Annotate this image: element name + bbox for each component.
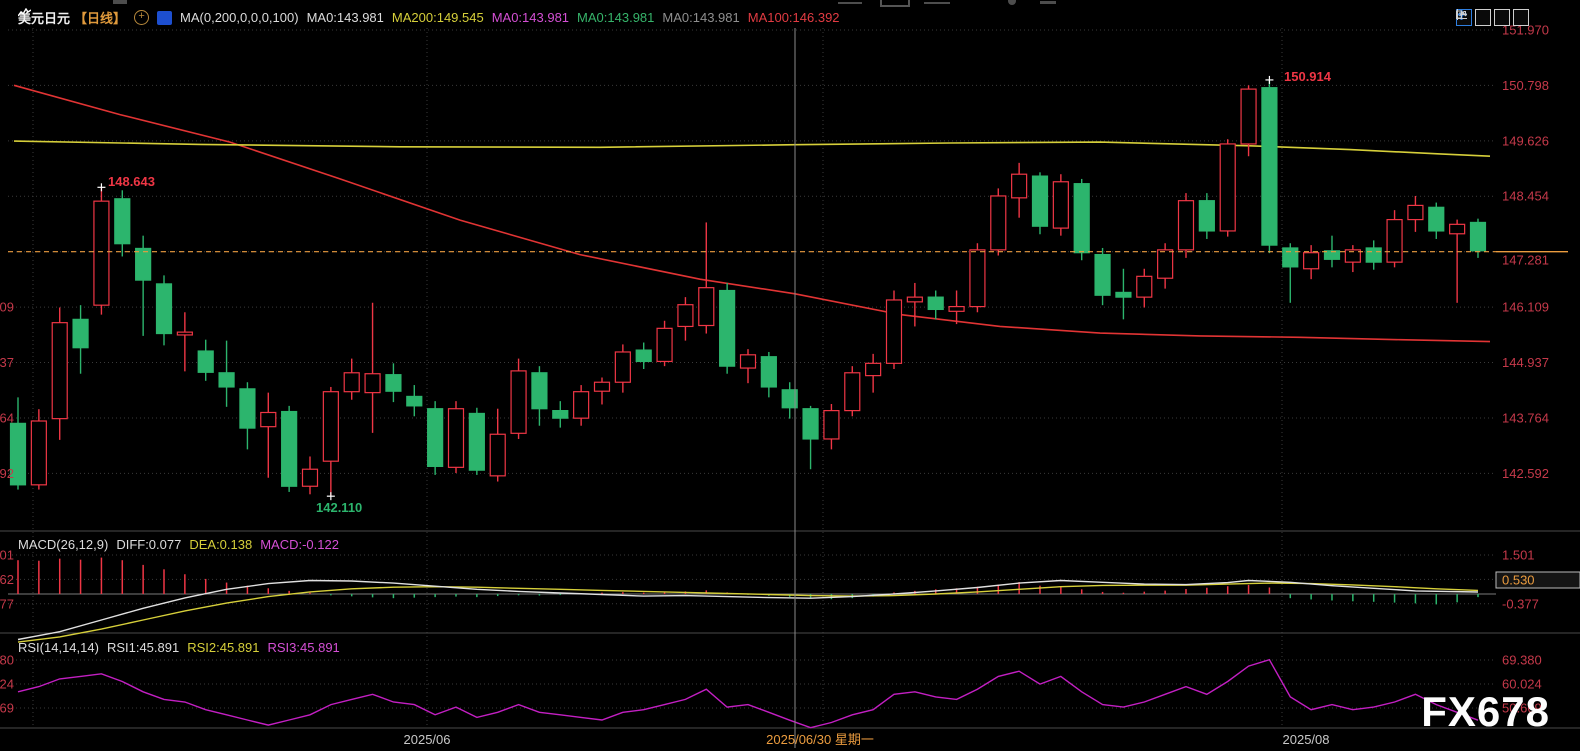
macd-legend-item: DEA:0.138 bbox=[189, 537, 252, 552]
svg-text:69.380: 69.380 bbox=[1502, 653, 1542, 668]
svg-text:-0.377: -0.377 bbox=[0, 596, 14, 611]
svg-text:0.562: 0.562 bbox=[0, 572, 14, 587]
clipped-toolbar-fragment bbox=[838, 2, 862, 4]
macd-title: MACD(26,12,9) bbox=[18, 537, 108, 552]
clipped-toolbar-fragment bbox=[1040, 1, 1056, 4]
svg-text:143.764: 143.764 bbox=[1502, 410, 1549, 425]
fx678-watermark: FX678 bbox=[1421, 688, 1550, 736]
svg-text:148.454: 148.454 bbox=[1502, 189, 1549, 204]
rsi-panel bbox=[18, 660, 1478, 728]
svg-text:150.914: 150.914 bbox=[1284, 69, 1332, 84]
go-to-latest-icon[interactable] bbox=[1513, 9, 1529, 26]
svg-text:69.380: 69.380 bbox=[0, 653, 14, 668]
svg-text:146.109: 146.109 bbox=[0, 300, 14, 315]
ma-settings-label: MA(0,200,0,0,0,100) bbox=[180, 10, 299, 25]
svg-text:50.669: 50.669 bbox=[0, 700, 14, 715]
svg-text:144.937: 144.937 bbox=[1502, 355, 1549, 370]
svg-text:1.501: 1.501 bbox=[1502, 547, 1535, 562]
ma-legend-item: MA200:149.545 bbox=[392, 10, 484, 25]
svg-text:2025/06: 2025/06 bbox=[404, 732, 451, 747]
trading-chart-app: 151.970150.798149.626148.454147.281146.1… bbox=[0, 0, 1580, 751]
crosshair-date-label: 2025/06/30 星期一 bbox=[766, 732, 874, 747]
ma-legend-item: MA0:143.981 bbox=[307, 10, 384, 25]
rsi-legend-item: RSI2:45.891 bbox=[187, 640, 259, 655]
rsi-title: RSI(14,14,14) bbox=[18, 640, 99, 655]
svg-text:-0.377: -0.377 bbox=[1502, 596, 1539, 611]
clipped-toolbar-fragment bbox=[113, 0, 127, 4]
svg-text:60.024: 60.024 bbox=[0, 676, 14, 691]
svg-text:146.109: 146.109 bbox=[1502, 300, 1549, 315]
svg-text:144.937: 144.937 bbox=[0, 355, 14, 370]
macd-panel bbox=[8, 558, 1496, 643]
ma-legend-item: MA0:143.981 bbox=[577, 10, 654, 25]
ma-legend-item: MA0:143.981 bbox=[662, 10, 739, 25]
diff-line bbox=[18, 581, 1478, 640]
svg-text:150.798: 150.798 bbox=[1502, 78, 1549, 93]
chart-tools bbox=[1456, 9, 1529, 26]
period-tag: 【日线】 bbox=[74, 8, 126, 27]
svg-text:142.110: 142.110 bbox=[316, 500, 362, 515]
svg-text:149.626: 149.626 bbox=[1502, 133, 1549, 148]
rsi-legend: RSI(14,14,14) RSI1:45.891 RSI2:45.891 RS… bbox=[18, 640, 340, 655]
svg-text:1.501: 1.501 bbox=[0, 547, 14, 562]
svg-text:2025/08: 2025/08 bbox=[1283, 732, 1330, 747]
svg-text:147.281: 147.281 bbox=[1502, 253, 1549, 268]
svg-text:148.643: 148.643 bbox=[108, 174, 155, 189]
rsi-legend-item: RSI1:45.891 bbox=[107, 640, 179, 655]
chart-type-icon[interactable] bbox=[157, 11, 172, 25]
svg-text:143.764: 143.764 bbox=[0, 410, 14, 425]
zoom-y-axis-icon[interactable] bbox=[1475, 9, 1491, 26]
macd-legend-item: DIFF:0.077 bbox=[116, 537, 181, 552]
svg-text:142.592: 142.592 bbox=[1502, 466, 1549, 481]
clipped-toolbar-fragment bbox=[924, 2, 950, 4]
clipped-toolbar-fragment bbox=[880, 0, 910, 7]
svg-text:142.592: 142.592 bbox=[0, 466, 14, 481]
ma-legend-item: MA0:143.981 bbox=[492, 10, 569, 25]
macd-legend: MACD(26,12,9) DIFF:0.077 DEA:0.138 MACD:… bbox=[18, 537, 339, 552]
candlestick-panel bbox=[11, 80, 1491, 496]
main-chart-legend: 美元日元 【日线】 + MA(0,200,0,0,0,100) MA0:143.… bbox=[18, 8, 840, 27]
ma-legend-item: MA100:146.392 bbox=[748, 10, 840, 25]
add-indicator-icon[interactable]: + bbox=[134, 10, 149, 25]
macd-legend-item: MACD:-0.122 bbox=[260, 537, 339, 552]
svg-text:0.530: 0.530 bbox=[1502, 573, 1535, 588]
zoom-x-axis-icon[interactable] bbox=[1494, 9, 1510, 26]
rsi-line bbox=[18, 660, 1478, 728]
gridlines bbox=[0, 28, 1580, 728]
chart-canvas[interactable]: 151.970150.798149.626148.454147.281146.1… bbox=[0, 0, 1580, 751]
rsi-legend-item: RSI3:45.891 bbox=[268, 640, 340, 655]
